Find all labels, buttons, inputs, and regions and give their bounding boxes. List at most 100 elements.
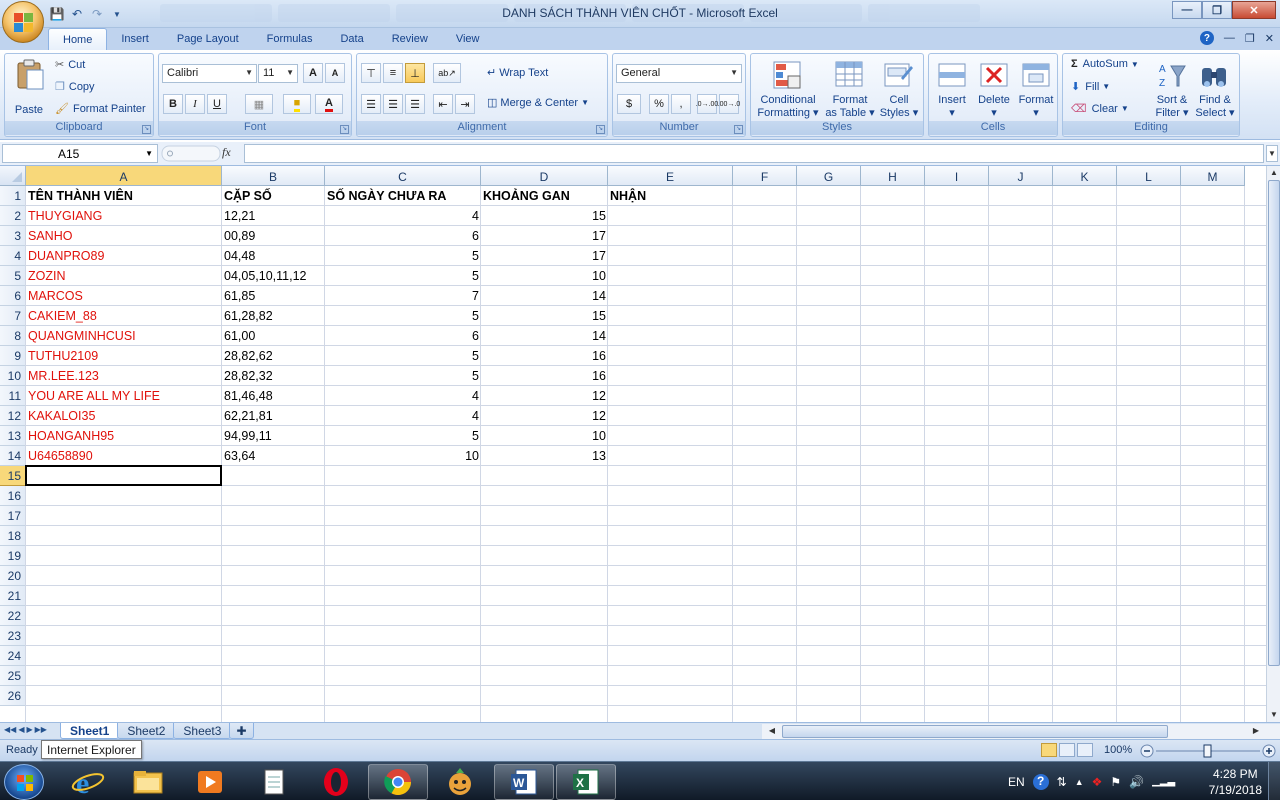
- row-header-9[interactable]: 9: [0, 346, 26, 366]
- increase-indent-button[interactable]: ⇥: [455, 94, 475, 114]
- header-cell-a[interactable]: TÊN THÀNH VIÊN: [26, 186, 222, 206]
- row-header-1[interactable]: 1: [0, 186, 26, 206]
- table-cell-b9[interactable]: 28,82,62: [222, 346, 325, 366]
- cut-button[interactable]: ✂ Cut: [55, 58, 85, 72]
- notepad-taskbar-button[interactable]: [244, 764, 304, 800]
- volume-icon[interactable]: 🔊: [1129, 775, 1144, 789]
- row-header-18[interactable]: 18: [0, 526, 26, 546]
- table-cell-a2[interactable]: THUYGIANG: [26, 206, 222, 226]
- table-cell-a9[interactable]: TUTHU2109: [26, 346, 222, 366]
- show-hidden-icons-icon[interactable]: ▲: [1075, 777, 1084, 787]
- office-button[interactable]: [2, 1, 44, 43]
- name-box[interactable]: A15 ▼: [2, 144, 158, 163]
- table-cell-c3[interactable]: 6: [325, 226, 481, 246]
- table-cell-b13[interactable]: 94,99,11: [222, 426, 325, 446]
- conditional-formatting-button[interactable]: Conditional Formatting ▾: [753, 56, 823, 120]
- row-header-12[interactable]: 12: [0, 406, 26, 426]
- signal-strength-icon[interactable]: ▁▂▃: [1152, 776, 1175, 787]
- start-button[interactable]: [4, 764, 44, 800]
- bold-button[interactable]: B: [163, 94, 183, 114]
- row-header-22[interactable]: 22: [0, 606, 26, 626]
- table-cell-c14[interactable]: 10: [325, 446, 481, 466]
- workbook-minimize-icon[interactable]: —: [1224, 32, 1235, 44]
- antivirus-tray-icon[interactable]: ❖: [1092, 775, 1103, 789]
- table-cell-d6[interactable]: 14: [481, 286, 608, 306]
- format-cells-button[interactable]: Format ▾: [1015, 56, 1057, 120]
- increase-decimal-button[interactable]: .0→.00: [696, 94, 718, 114]
- opera-taskbar-button[interactable]: [306, 764, 366, 800]
- chrome-taskbar-button[interactable]: [368, 764, 428, 800]
- internet-explorer-taskbar-button[interactable]: e: [58, 764, 118, 800]
- column-header-b[interactable]: B: [222, 166, 325, 186]
- autosum-button[interactable]: Σ AutoSum ▼: [1071, 58, 1139, 70]
- decrease-decimal-button[interactable]: .00→.0: [718, 94, 740, 114]
- tab-insert[interactable]: Insert: [107, 28, 163, 50]
- sort-filter-button[interactable]: AZ Sort & Filter ▾: [1151, 56, 1193, 120]
- file-explorer-taskbar-button[interactable]: [118, 764, 178, 800]
- align-center-button[interactable]: ☰: [383, 94, 403, 114]
- table-cell-c8[interactable]: 6: [325, 326, 481, 346]
- table-cell-b12[interactable]: 62,21,81: [222, 406, 325, 426]
- bottom-align-button[interactable]: ⊥: [405, 63, 425, 83]
- wrap-text-button[interactable]: ↵ Wrap Text: [487, 66, 548, 80]
- row-header-15[interactable]: 15: [0, 466, 26, 486]
- top-align-button[interactable]: ⊤: [361, 63, 381, 83]
- row-header-23[interactable]: 23: [0, 626, 26, 646]
- next-sheet-icon[interactable]: ▶: [26, 725, 32, 734]
- table-cell-a14[interactable]: U64658890: [26, 446, 222, 466]
- column-header-g[interactable]: G: [797, 166, 861, 186]
- scroll-left-icon[interactable]: ◀: [766, 725, 778, 737]
- table-cell-a8[interactable]: QUANGMINHCUSI: [26, 326, 222, 346]
- restore-button[interactable]: ❐: [1202, 1, 1232, 19]
- fill-color-button[interactable]: ■: [283, 94, 311, 114]
- header-cell-d[interactable]: KHOẢNG GAN: [481, 186, 608, 206]
- word-taskbar-button[interactable]: W: [494, 764, 554, 800]
- borders-button[interactable]: ▦: [245, 94, 273, 114]
- font-color-button[interactable]: A: [315, 94, 343, 114]
- delete-cells-button[interactable]: Delete ▾: [973, 56, 1015, 120]
- row-header-3[interactable]: 3: [0, 226, 26, 246]
- sheet-tab-3[interactable]: Sheet3: [173, 723, 232, 739]
- tab-page-layout[interactable]: Page Layout: [163, 28, 253, 50]
- table-cell-a3[interactable]: SANHO: [26, 226, 222, 246]
- font-launcher-icon[interactable]: ↘: [340, 125, 349, 134]
- row-header-21[interactable]: 21: [0, 586, 26, 606]
- zoom-slider[interactable]: [1140, 744, 1276, 758]
- expand-formula-bar-icon[interactable]: ▼: [1266, 145, 1278, 162]
- column-header-e[interactable]: E: [608, 166, 733, 186]
- table-cell-c10[interactable]: 5: [325, 366, 481, 386]
- tab-review[interactable]: Review: [378, 28, 442, 50]
- table-cell-c6[interactable]: 7: [325, 286, 481, 306]
- currency-button[interactable]: $: [617, 94, 641, 114]
- table-cell-d4[interactable]: 17: [481, 246, 608, 266]
- table-cell-a7[interactable]: CAKIEM_88: [26, 306, 222, 326]
- table-cell-a6[interactable]: MARCOS: [26, 286, 222, 306]
- table-cell-c11[interactable]: 4: [325, 386, 481, 406]
- row-header-25[interactable]: 25: [0, 666, 26, 686]
- paste-button[interactable]: Paste: [9, 56, 49, 120]
- table-cell-b11[interactable]: 81,46,48: [222, 386, 325, 406]
- number-launcher-icon[interactable]: ↘: [734, 125, 743, 134]
- table-cell-d10[interactable]: 16: [481, 366, 608, 386]
- row-header-6[interactable]: 6: [0, 286, 26, 306]
- percent-button[interactable]: %: [649, 94, 669, 114]
- row-header-11[interactable]: 11: [0, 386, 26, 406]
- network-activity-icon[interactable]: ⇅: [1057, 775, 1067, 789]
- insert-sheet-icon[interactable]: ✚: [229, 723, 254, 739]
- row-header-17[interactable]: 17: [0, 506, 26, 526]
- horizontal-scrollbar[interactable]: ◀ ▶: [762, 724, 1280, 739]
- font-size-select[interactable]: 11 ▼: [258, 64, 298, 83]
- formula-input[interactable]: [244, 144, 1264, 163]
- row-header-26[interactable]: 26: [0, 686, 26, 706]
- column-header-d[interactable]: D: [481, 166, 608, 186]
- format-painter-button[interactable]: 🖌 Format Painter: [55, 102, 146, 116]
- column-header-i[interactable]: I: [925, 166, 989, 186]
- tab-view[interactable]: View: [442, 28, 494, 50]
- header-cell-e[interactable]: NHẬN: [608, 186, 733, 206]
- underline-button[interactable]: U: [207, 94, 227, 114]
- decrease-indent-button[interactable]: ⇤: [433, 94, 453, 114]
- minimize-button[interactable]: —: [1172, 1, 1202, 19]
- table-cell-d11[interactable]: 12: [481, 386, 608, 406]
- sheet-tab-2[interactable]: Sheet2: [117, 723, 176, 739]
- table-cell-b7[interactable]: 61,28,82: [222, 306, 325, 326]
